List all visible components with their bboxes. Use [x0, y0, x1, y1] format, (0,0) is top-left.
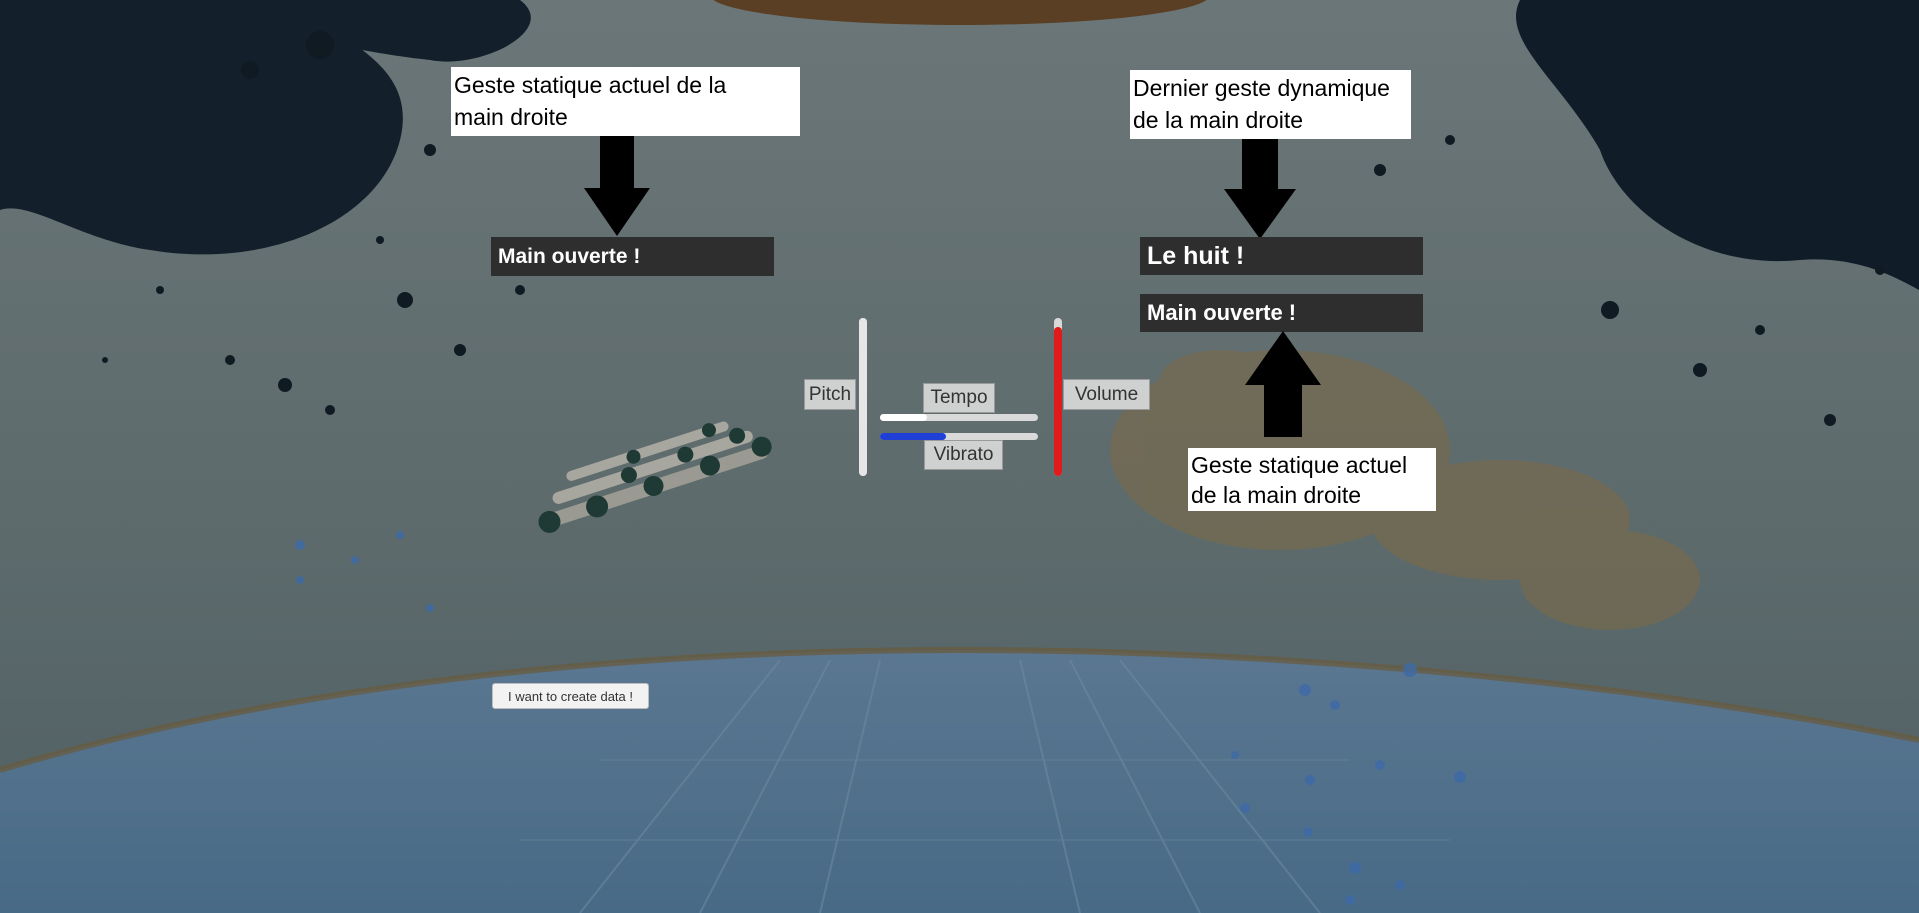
arrow-down-icon [1224, 139, 1296, 239]
game-viewport: Geste statique actuel de la main droite … [0, 0, 1919, 913]
annotation-right-dynamic: Dernier geste dynamique de la main droit… [1130, 70, 1411, 139]
gesture-right-static: Main ouverte ! [1140, 294, 1423, 332]
annotation-line: main droite [454, 104, 568, 130]
pitch-slider-fill [859, 318, 867, 476]
gesture-left-static: Main ouverte ! [491, 237, 774, 276]
annotation-line: de la main droite [1133, 107, 1304, 133]
arrow-up-icon [1245, 331, 1321, 437]
vibrato-slider[interactable] [880, 433, 1038, 440]
annotation-line: Geste statique actuel de la [454, 72, 727, 98]
annotation-line: Geste statique actuel [1191, 452, 1408, 478]
create-data-button[interactable]: I want to create data ! [492, 683, 649, 709]
gesture-text: Le huit ! [1147, 241, 1245, 270]
pitch-label: Pitch [804, 379, 856, 410]
annotation-right-static: Geste statique actuel de la main droite [1188, 448, 1436, 511]
tempo-slider[interactable] [880, 414, 1038, 421]
annotation-left-static: Geste statique actuel de la main droite [451, 67, 800, 136]
volume-slider[interactable] [1054, 318, 1062, 476]
gesture-text: Main ouverte ! [1147, 300, 1297, 325]
pitch-slider[interactable] [859, 318, 867, 476]
annotation-line: Dernier geste dynamique [1133, 75, 1390, 101]
tempo-label: Tempo [923, 383, 995, 413]
volume-label: Volume [1063, 379, 1150, 410]
gesture-right-dynamic: Le huit ! [1140, 237, 1423, 275]
annotation-line: de la main droite [1191, 482, 1362, 508]
volume-slider-fill [1054, 327, 1062, 476]
vibrato-slider-fill [880, 433, 947, 440]
arrow-down-icon [584, 136, 650, 236]
tempo-slider-fill [880, 414, 928, 421]
vibrato-label: Vibrato [924, 440, 1003, 470]
gesture-text: Main ouverte ! [498, 244, 641, 268]
